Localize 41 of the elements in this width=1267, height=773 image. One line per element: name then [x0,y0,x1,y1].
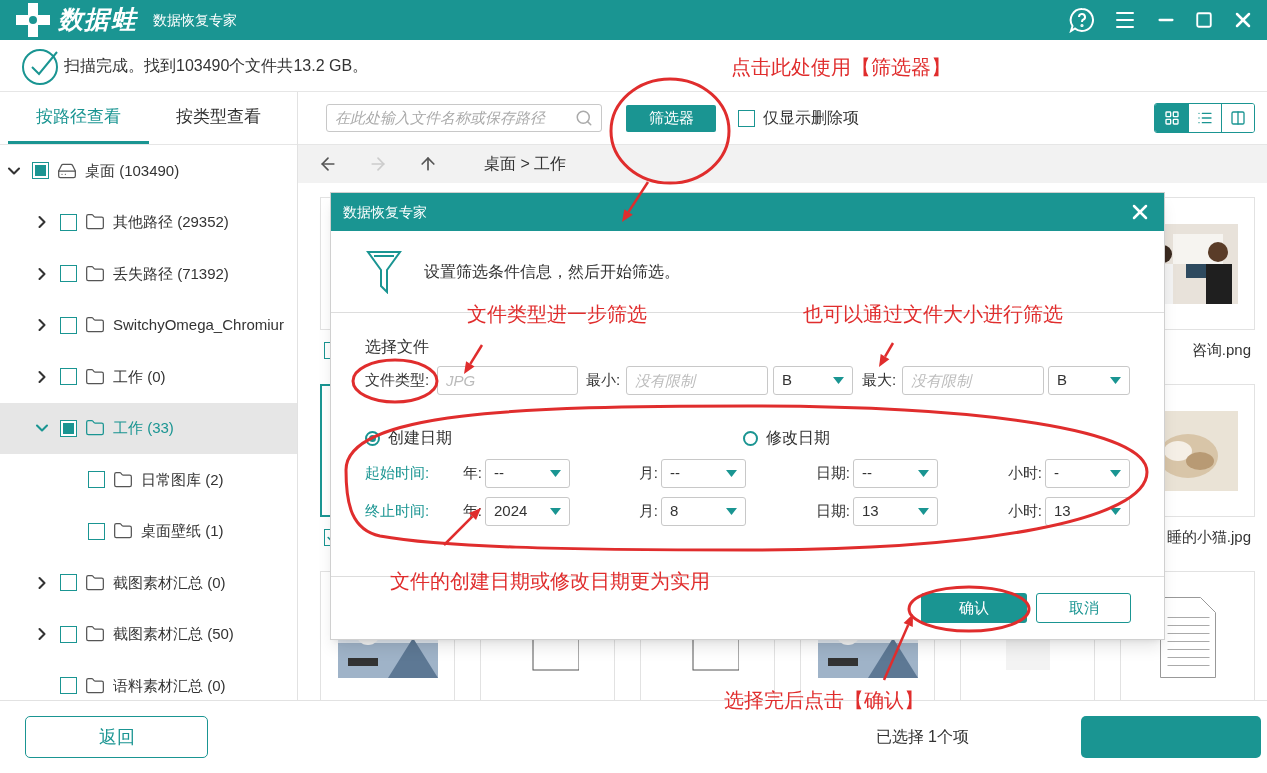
file-name: 咨询.png [1191,339,1252,360]
annotation-text: 也可以通过文件大小进行筛选 [803,302,1063,327]
tree-label: 日常图库 (2) [141,469,224,490]
app-subtitle: 数据恢复专家 [152,10,237,30]
date-part-label: 小时: [1007,501,1042,522]
file-name: 睡的小猫.jpg [1166,526,1252,547]
tree-label: 工作 (0) [113,366,166,387]
breadcrumb: 桌面 > 工作 [484,154,567,174]
dialog-intro: 设置筛选条件信息，然后开始筛选。 [424,261,680,282]
tree-label: 截图素材汇总 (50) [113,624,234,644]
dialog-title: 数据恢复专家 [343,202,427,222]
tree-label: 语料素材汇总 (0) [113,675,226,696]
tree-label: 丢失路径 (71392) [113,263,229,284]
tree-label: 桌面壁纸 (1) [141,521,224,541]
scan-status: 扫描完成。找到103490个文件共13.2 GB。 [64,55,369,76]
app-logo: 数据蛙 [58,4,137,36]
date-part-label: 月: [638,463,658,484]
tree-label: 截图素材汇总 (0) [113,572,226,593]
radio-label: 创建日期 [388,428,452,448]
tree-label: 其他路径 (29352) [113,212,229,232]
tree-label: SwitchyOmega_Chromiur [113,315,284,335]
annotation-text: 文件的创建日期或修改日期更为实用 [390,569,710,594]
time-label: 起始时间: [365,463,431,484]
min-size-label: 最小: [586,370,622,391]
radio-label: 修改日期 [766,428,830,448]
annotation-text: 选择完后点击【确认】 [724,688,924,713]
date-part-label: 年: [462,463,482,484]
section-title: 选择文件 [365,337,429,357]
date-part-label: 日期: [815,463,850,484]
annotation-text: 文件类型进一步筛选 [467,302,647,327]
time-label: 终止时间: [365,501,431,522]
tree-label: 桌面 (103490) [85,160,180,181]
annotation-text: 点击此处使用【筛选器】 [731,55,951,80]
date-part-label: 日期: [815,501,850,522]
file-type-label: 文件类型: [365,370,431,391]
date-part-label: 月: [638,501,658,522]
max-size-label: 最大: [862,370,898,391]
selection-status: 已选择 1个项 [875,727,969,747]
deleted-only-label: 仅显示删除项 [763,108,859,128]
tree-label: 工作 (33) [113,418,174,438]
date-part-label: 小时: [1007,463,1042,484]
